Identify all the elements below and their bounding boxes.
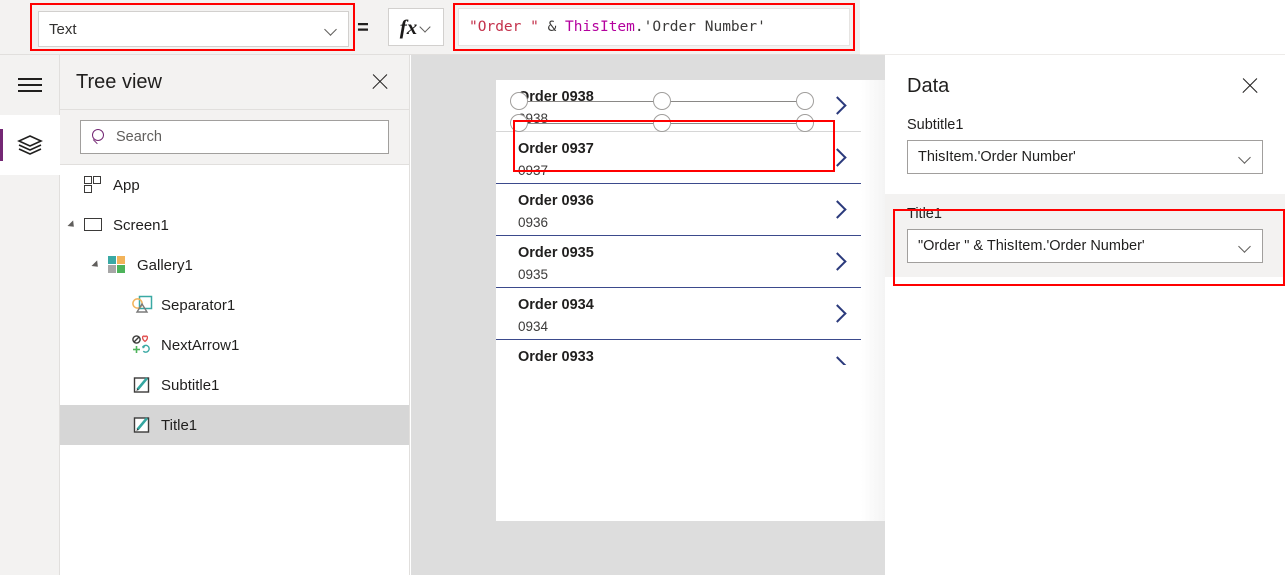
chevron-expanded-icon[interactable]	[95, 261, 105, 271]
property-dropdown-value: Text	[49, 20, 77, 38]
fx-button[interactable]: fx	[388, 8, 444, 46]
rail-item-tree-view[interactable]	[0, 115, 60, 175]
gallery-item[interactable]: Order 0936 0936	[496, 184, 861, 236]
data-field-dropdown[interactable]: ThisItem.'Order Number'	[907, 140, 1263, 174]
chevron-down-icon	[325, 23, 338, 36]
data-panel: Data Subtitle1 ThisItem.'Order Number' T…	[885, 55, 1285, 575]
tree-item-separator1[interactable]: Separator1	[60, 285, 409, 325]
panel-title: Data	[907, 74, 950, 97]
hamburger-menu-icon	[18, 77, 42, 93]
data-field-label: Subtitle1	[907, 117, 964, 133]
panel-title: Tree view	[76, 70, 162, 93]
gallery-item-title: Order 0935	[518, 245, 594, 261]
search-placeholder: Search	[116, 129, 162, 145]
chevron-down-icon	[1239, 240, 1252, 253]
formula-bar-highlight: "Order " & ThisItem .'Order Number'	[453, 3, 855, 51]
gallery-item-title: Order 0934	[518, 297, 594, 313]
chevron-right-icon[interactable]	[829, 96, 847, 114]
formula-input[interactable]: "Order " & ThisItem .'Order Number'	[458, 8, 850, 46]
close-icon[interactable]	[1237, 73, 1263, 99]
powerapps-studio-window: Text = fx "Order " & ThisItem .'Order Num…	[0, 0, 1285, 575]
formula-space	[539, 19, 548, 35]
tree-view-header: Tree view	[60, 55, 409, 110]
chevron-right-icon[interactable]	[829, 304, 847, 322]
search-input[interactable]: Search	[80, 120, 389, 154]
data-field-dropdown[interactable]: "Order " & ThisItem.'Order Number'	[907, 229, 1263, 263]
data-panel-header: Data	[885, 55, 1285, 117]
gallery-item-title: Order 0933	[518, 349, 594, 365]
tree-item-label: Screen1	[113, 216, 169, 234]
separator-icon	[132, 295, 153, 315]
left-rail	[0, 55, 60, 575]
chevron-down-icon	[421, 22, 432, 33]
formula-token-operator: &	[547, 19, 557, 35]
tree-item-label: Separator1	[161, 296, 236, 314]
tree-item-screen1[interactable]: Screen1	[60, 205, 409, 245]
gallery-item-subtitle: 0935	[518, 266, 549, 282]
selected-control-highlight	[513, 120, 835, 172]
formula-space	[556, 19, 565, 35]
formula-token-identifier: ThisItem	[565, 19, 635, 35]
fx-glyph: fx	[399, 14, 418, 39]
gallery-item-subtitle: 0934	[518, 318, 549, 334]
label-icon	[132, 375, 152, 395]
tree-item-title1[interactable]: Title1	[60, 405, 409, 445]
data-field-label: Title1	[907, 206, 942, 222]
tree-item-label: Title1	[161, 416, 198, 434]
tree-item-app[interactable]: App	[60, 165, 409, 205]
gallery-item[interactable]: Order 0934 0934	[496, 288, 861, 340]
tree-item-list: App Screen1 Gallery1 Separator1 NextArro…	[60, 165, 409, 445]
formula-token-string: "Order "	[469, 19, 539, 35]
app-icon	[84, 175, 104, 195]
equals-sign: =	[357, 17, 369, 39]
chevron-expanded-icon[interactable]	[71, 221, 81, 231]
close-icon[interactable]	[367, 69, 393, 95]
property-dropdown-highlight: Text	[30, 3, 355, 51]
tree-view-panel: Tree view Search App Screen1 Gallery1 Se…	[60, 55, 410, 575]
tree-item-label: App	[113, 176, 140, 194]
data-field-title1: Title1 "Order " & ThisItem.'Order Number…	[885, 194, 1285, 277]
data-field-value: ThisItem.'Order Number'	[918, 149, 1076, 165]
gallery-item-title: Order 0938	[518, 89, 594, 105]
search-icon	[91, 129, 107, 145]
tree-item-label: NextArrow1	[161, 336, 240, 354]
chevron-right-icon[interactable]	[829, 356, 847, 365]
chevron-right-icon[interactable]	[829, 200, 847, 218]
nextarrow-icon	[132, 335, 152, 355]
toolbar-right-spacer	[860, 0, 1285, 55]
screen-icon	[84, 215, 104, 235]
gallery-item[interactable]: Order 0933	[496, 340, 861, 374]
hamburger-menu-button[interactable]	[0, 55, 60, 115]
chevron-down-icon	[1239, 151, 1252, 164]
tree-item-nextarrow1[interactable]: NextArrow1	[60, 325, 409, 365]
tree-item-label: Subtitle1	[161, 376, 220, 394]
formula-token-rest: .'Order Number'	[634, 19, 766, 35]
tree-item-label: Gallery1	[137, 256, 193, 274]
gallery-item[interactable]: Order 0935 0935	[496, 236, 861, 288]
chevron-right-icon[interactable]	[829, 252, 847, 270]
data-field-value: "Order " & ThisItem.'Order Number'	[918, 238, 1145, 254]
tree-item-gallery1[interactable]: Gallery1	[60, 245, 409, 285]
tree-item-subtitle1[interactable]: Subtitle1	[60, 365, 409, 405]
label-icon	[132, 415, 152, 435]
gallery-item-title: Order 0936	[518, 193, 594, 209]
layers-icon	[17, 135, 43, 155]
gallery-icon	[108, 255, 128, 275]
property-dropdown[interactable]: Text	[38, 11, 349, 47]
data-field-subtitle1: Subtitle1 ThisItem.'Order Number'	[885, 117, 1285, 174]
formula-toolbar: Text = fx "Order " & ThisItem .'Order Num…	[0, 0, 1285, 55]
tree-search-row: Search	[60, 110, 409, 165]
gallery-item-subtitle: 0936	[518, 214, 549, 230]
